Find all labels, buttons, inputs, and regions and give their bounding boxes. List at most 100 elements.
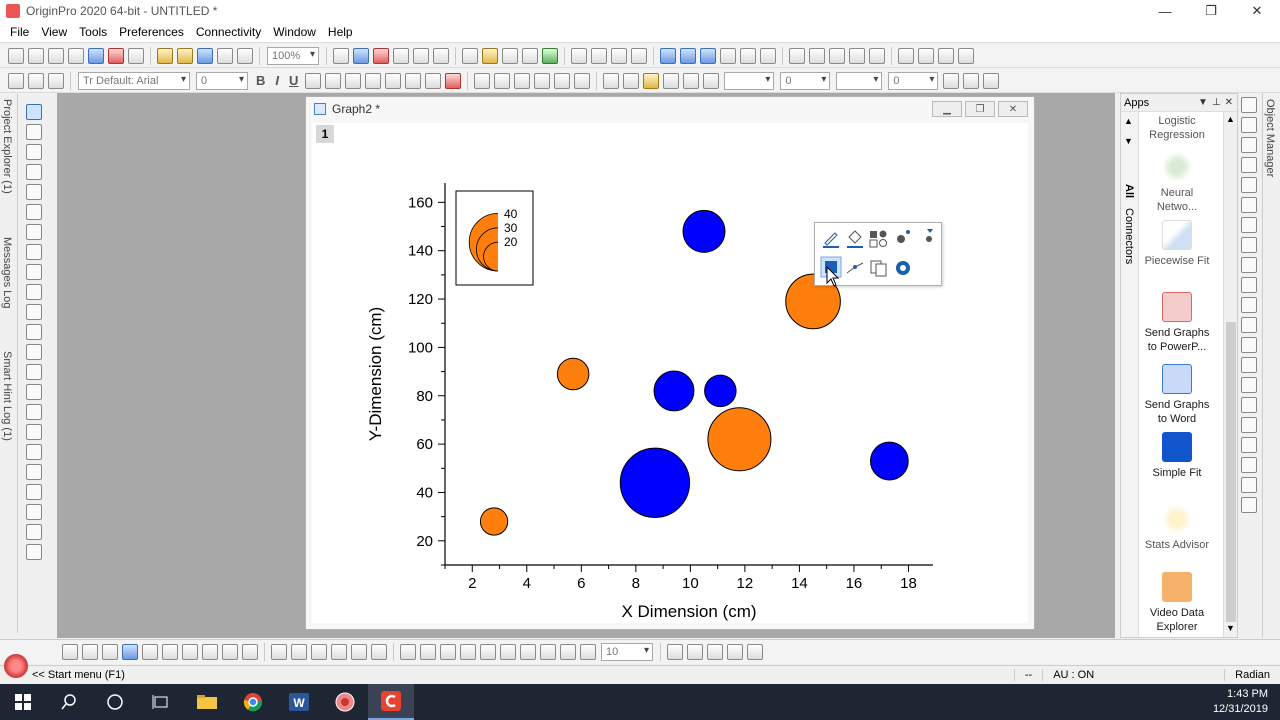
- taskbar-clock[interactable]: 1:43 PM 12/31/2019: [1213, 687, 1280, 717]
- y-tick-label[interactable]: 60: [416, 436, 433, 453]
- x-tick-label[interactable]: 6: [577, 575, 585, 592]
- smart-hint-log-tab[interactable]: Smart Hint Log (1): [1, 351, 13, 441]
- fill-color-icon[interactable]: [643, 72, 660, 89]
- border-icon[interactable]: [474, 72, 491, 89]
- bubble-point[interactable]: [479, 507, 509, 536]
- box-layer-icon[interactable]: [1241, 337, 1257, 353]
- layer-6-icon[interactable]: [1241, 457, 1257, 473]
- back-icon[interactable]: [500, 644, 516, 660]
- app-stats-advisor[interactable]: Stats Advisor: [1141, 504, 1213, 552]
- code-builder-icon[interactable]: [462, 47, 478, 64]
- new-notes-icon[interactable]: [128, 47, 144, 64]
- arrange-layers-icon[interactable]: [1241, 177, 1257, 193]
- move-up-icon[interactable]: [440, 644, 456, 660]
- menu-window[interactable]: Window: [267, 25, 322, 39]
- bar-chart-icon[interactable]: [660, 47, 676, 64]
- object-manager-tab[interactable]: Object Manager: [1264, 99, 1276, 177]
- normalize-icon[interactable]: [631, 47, 647, 64]
- scatter-plot-icon[interactable]: [82, 644, 98, 660]
- remove-filter-icon[interactable]: [740, 47, 756, 64]
- line-style-combo[interactable]: [724, 71, 775, 90]
- pointer-tool-icon[interactable]: [26, 104, 42, 120]
- screen-reader-icon[interactable]: [26, 184, 42, 200]
- line-symbol-plot-icon[interactable]: [102, 644, 118, 660]
- menu-view[interactable]: View: [35, 25, 73, 39]
- font-color-icon[interactable]: [445, 72, 462, 89]
- arrow-tool-icon[interactable]: [26, 324, 42, 340]
- fill-icon[interactable]: [847, 230, 863, 248]
- x-tick-label[interactable]: 18: [900, 575, 917, 592]
- align-top-icon[interactable]: [560, 644, 576, 660]
- sum-icon[interactable]: [591, 47, 607, 64]
- set-x-icon[interactable]: [809, 47, 825, 64]
- column-statistics-icon[interactable]: [571, 47, 587, 64]
- linked-layer-icon[interactable]: [1241, 297, 1257, 313]
- 3d-bar-icon[interactable]: [311, 644, 327, 660]
- symbol-icon[interactable]: [703, 72, 720, 89]
- layer-4-icon[interactable]: [1241, 417, 1257, 433]
- apps-scroll-up-arrow-icon[interactable]: ▲: [1226, 114, 1235, 124]
- right-y-axis-icon[interactable]: [1241, 277, 1257, 293]
- x-tick-label[interactable]: 10: [682, 575, 699, 592]
- bubble-point[interactable]: [682, 209, 726, 253]
- new-layout-icon[interactable]: [108, 47, 124, 64]
- minimize-button[interactable]: —: [1142, 0, 1188, 22]
- rescale-icon[interactable]: [667, 644, 683, 660]
- shapes-icon[interactable]: [869, 230, 887, 248]
- layer-tool-icon[interactable]: [26, 484, 42, 500]
- bubble-chart[interactable]: 2 4 6 8 10 12 14 16 1820406080100120140160 40302…: [312, 123, 1028, 623]
- text-tool-icon[interactable]: [26, 284, 42, 300]
- data-reader-icon[interactable]: [26, 204, 42, 220]
- independent-layer-icon[interactable]: [1241, 317, 1257, 333]
- word-taskbar-icon[interactable]: W: [276, 684, 322, 720]
- italic-button[interactable]: I: [275, 73, 279, 88]
- first-icon[interactable]: [898, 47, 914, 64]
- graph-window[interactable]: Graph2 * ▁ ❐ ✕ 1 2 4 6 8 10 12 14 16 18 20 40 60 80 1…: [305, 96, 1035, 630]
- settings-icon[interactable]: [896, 261, 910, 275]
- apps-scroll-thumb[interactable]: [1226, 322, 1236, 622]
- statistics-plot-icon[interactable]: [162, 644, 178, 660]
- x-tick-label[interactable]: 16: [846, 575, 863, 592]
- merge-graphs-icon[interactable]: [1241, 137, 1257, 153]
- new-matrix-icon[interactable]: [48, 47, 64, 64]
- zoom-in-icon[interactable]: [26, 124, 42, 140]
- menu-connectivity[interactable]: Connectivity: [190, 25, 267, 39]
- list-tool-icon[interactable]: [26, 504, 42, 520]
- swap-layers-icon[interactable]: [1241, 197, 1257, 213]
- save-icon[interactable]: [197, 47, 213, 64]
- fill-combo[interactable]: [836, 71, 883, 90]
- annotation-icon[interactable]: [26, 464, 42, 480]
- dropdown-icon[interactable]: [926, 229, 933, 242]
- save-template-icon[interactable]: [217, 47, 233, 64]
- grid-icon[interactable]: [514, 72, 531, 89]
- column-chart-icon[interactable]: [700, 47, 716, 64]
- y-tick-label[interactable]: 160: [408, 194, 433, 211]
- flip-icon[interactable]: [574, 72, 591, 89]
- group-icon[interactable]: [623, 72, 640, 89]
- bubble-point[interactable]: [556, 357, 590, 391]
- sort-icon[interactable]: [611, 47, 627, 64]
- windows-start-icon[interactable]: [0, 684, 46, 720]
- open-icon[interactable]: [157, 47, 173, 64]
- pie-plot-icon[interactable]: [202, 644, 218, 660]
- new-workbook-icon[interactable]: [28, 47, 44, 64]
- x-tick-label[interactable]: 14: [791, 575, 808, 592]
- add-legend-icon[interactable]: [727, 644, 743, 660]
- layer-1-icon[interactable]: [1241, 357, 1257, 373]
- file-explorer-icon[interactable]: [184, 684, 230, 720]
- apps-tab-all[interactable]: All: [1123, 184, 1135, 198]
- greek-icon[interactable]: [345, 72, 362, 89]
- app-neural-network[interactable]: Neural Netwo...: [1141, 152, 1213, 214]
- bubble-point[interactable]: [653, 370, 695, 412]
- line-width-combo[interactable]: 0: [780, 71, 831, 90]
- align-icon[interactable]: [405, 72, 422, 89]
- x-tick-label[interactable]: 8: [632, 575, 640, 592]
- last-icon[interactable]: [958, 47, 974, 64]
- zoom-combo[interactable]: 100%: [267, 46, 319, 65]
- underline-button[interactable]: U: [289, 73, 298, 88]
- note-tool-icon[interactable]: [26, 544, 42, 560]
- apps-dropdown-icon[interactable]: ▼: [1198, 97, 1208, 108]
- y-tick-label[interactable]: 120: [408, 291, 433, 308]
- align-left-icon[interactable]: [520, 644, 536, 660]
- x-axis-label[interactable]: X Dimension (cm): [621, 602, 756, 621]
